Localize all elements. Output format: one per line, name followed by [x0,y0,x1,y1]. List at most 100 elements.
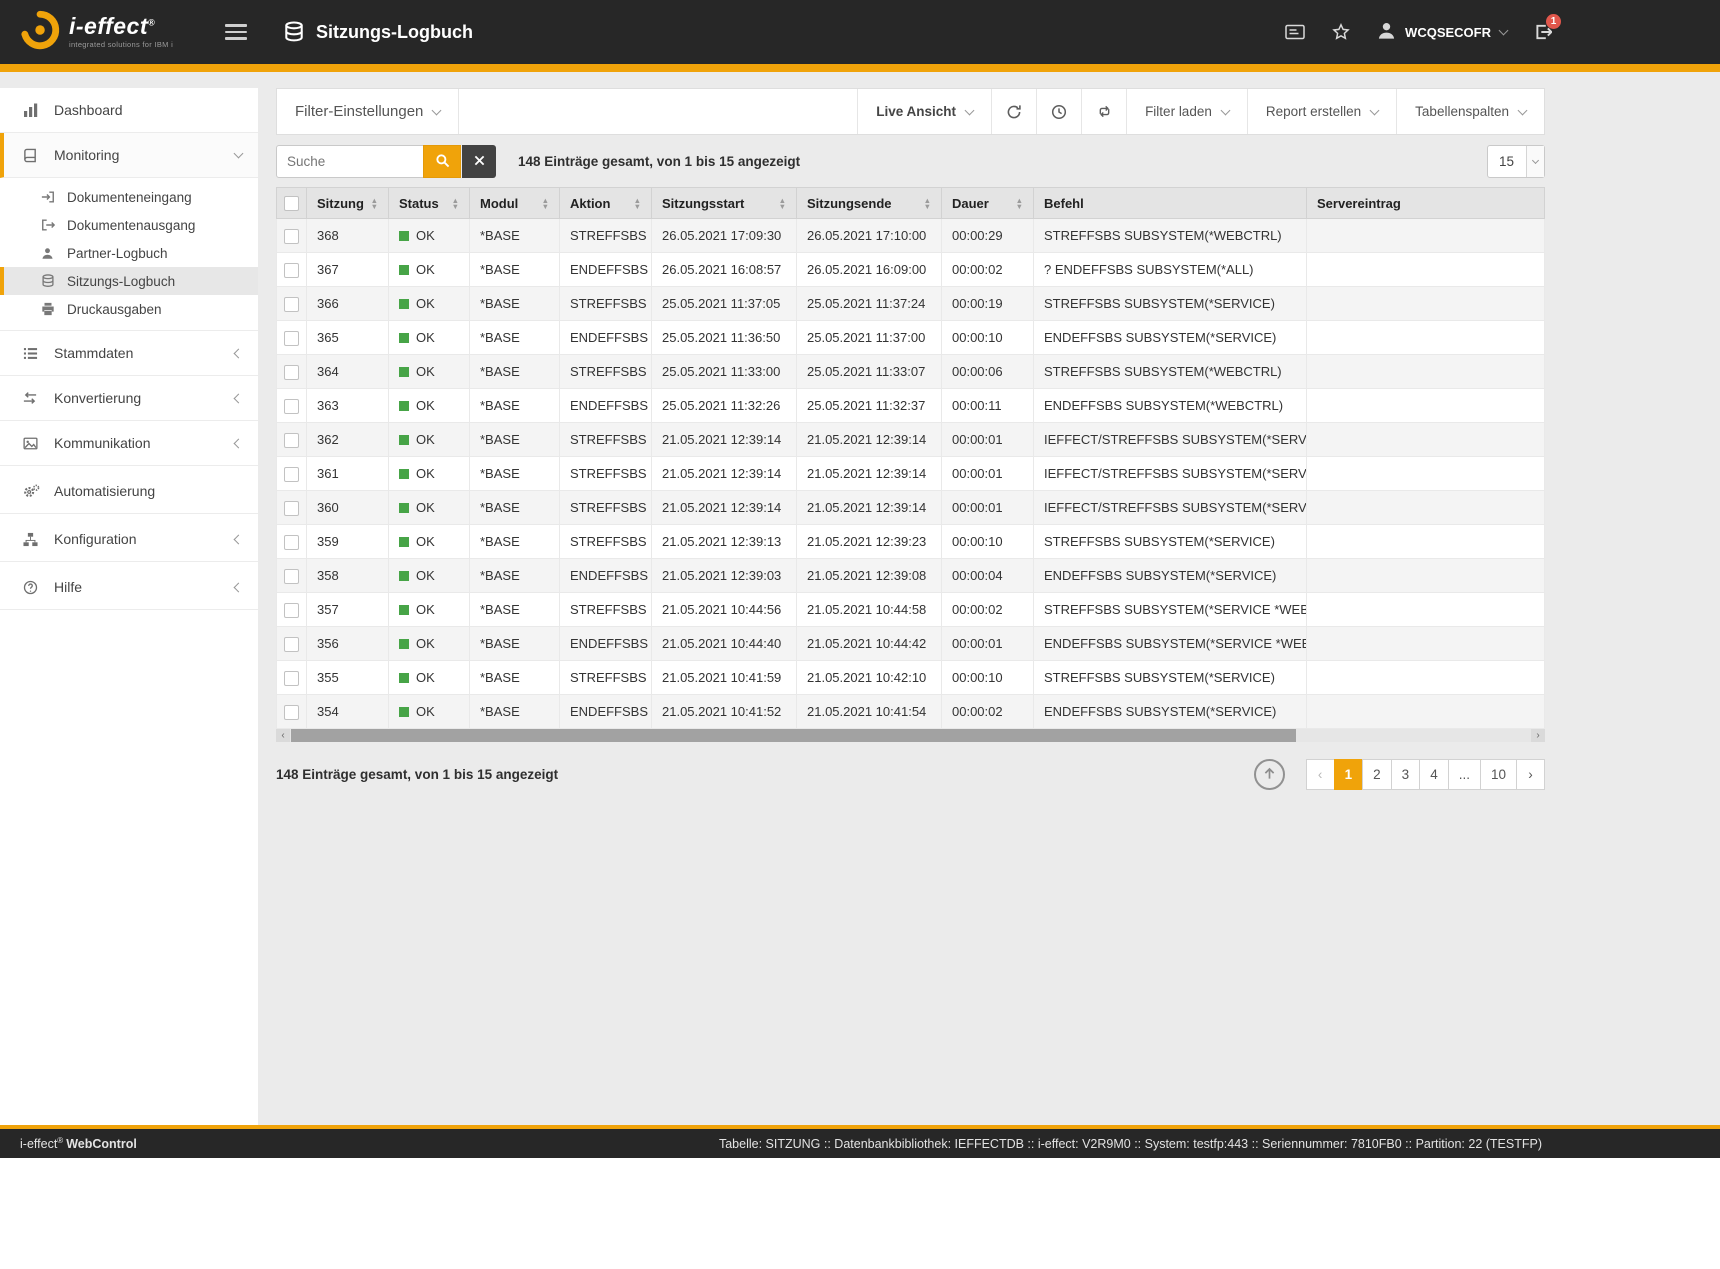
column-header-modul[interactable]: Modul▲▼ [470,188,560,219]
horizontal-scrollbar[interactable]: ‹ › [276,729,1545,742]
column-header-servereintrag[interactable]: Servereintrag [1307,188,1545,219]
row-checkbox[interactable] [284,671,299,686]
row-checkbox[interactable] [284,467,299,482]
system-log-icon[interactable] [1285,24,1305,40]
page-button[interactable]: › [1516,759,1545,790]
column-header-befehl[interactable]: Befehl [1034,188,1307,219]
column-header-sitzungsstart[interactable]: Sitzungsstart▲▼ [652,188,797,219]
sidebar-item-konvertierung[interactable]: Konvertierung [0,376,258,421]
page-button[interactable]: 2 [1362,759,1392,790]
cell-sitzung: 361 [307,457,389,491]
sidebar-toggle-button[interactable] [225,24,247,40]
table-row[interactable]: 355 OK *BASE STREFFSBS 21.05.2021 10:41:… [277,661,1545,695]
column-header-aktion[interactable]: Aktion▲▼ [560,188,652,219]
page-button[interactable]: 4 [1419,759,1449,790]
sort-icons[interactable]: ▲▼ [371,198,378,210]
cell-befehl: ENDEFFSBS SUBSYSTEM(*WEBCTRL) [1034,389,1307,423]
sidebar-item-monitoring[interactable]: Monitoring [0,133,258,178]
table-row[interactable]: 368 OK *BASE STREFFSBS 26.05.2021 17:09:… [277,219,1545,253]
sort-icons[interactable]: ▲▼ [634,198,641,210]
row-checkbox[interactable] [284,569,299,584]
logout-button[interactable]: 1 [1534,23,1552,41]
cell-sitzung: 357 [307,593,389,627]
page-button[interactable]: ... [1448,759,1481,790]
scrollbar-thumb[interactable] [291,729,1296,742]
scroll-to-top-button[interactable] [1254,759,1285,790]
filter-settings-dropdown[interactable]: Filter-Einstellungen [277,89,459,134]
sidebar-item-konfiguration[interactable]: Konfiguration [0,517,258,562]
column-header-status[interactable]: Status▲▼ [389,188,470,219]
sidebar-item-dokumentenausgang[interactable]: Dokumentenausgang [0,211,258,239]
refresh-button[interactable] [991,89,1036,134]
table-columns-dropdown[interactable]: Tabellenspalten [1396,89,1544,134]
filter-load-dropdown[interactable]: Filter laden [1126,89,1247,134]
sort-icons[interactable]: ▲▼ [542,198,549,210]
column-header-sitzungsende[interactable]: Sitzungsende▲▼ [797,188,942,219]
page-button[interactable]: 3 [1391,759,1421,790]
cell-aktion: ENDEFFSBS [560,627,652,661]
sidebar-item-dokumenteneingang[interactable]: Dokumenteneingang [0,183,258,211]
sidebar-item-partner-logbuch[interactable]: Partner-Logbuch [0,239,258,267]
sidebar-item-druckausgaben[interactable]: Druckausgaben [0,295,258,323]
row-checkbox[interactable] [284,535,299,550]
table-row[interactable]: 366 OK *BASE STREFFSBS 25.05.2021 11:37:… [277,287,1545,321]
scrollbar-track[interactable] [290,729,1531,742]
table-row[interactable]: 367 OK *BASE ENDEFFSBS 26.05.2021 16:08:… [277,253,1545,287]
search-input[interactable] [276,145,424,178]
live-view-dropdown[interactable]: Live Ansicht [857,89,991,134]
row-checkbox[interactable] [284,705,299,720]
row-checkbox[interactable] [284,603,299,618]
row-checkbox[interactable] [284,331,299,346]
row-checkbox[interactable] [284,433,299,448]
select-all-checkbox[interactable] [284,196,299,211]
table-row[interactable]: 360 OK *BASE STREFFSBS 21.05.2021 12:39:… [277,491,1545,525]
cell-modul: *BASE [470,287,560,321]
select-all-cell [277,188,307,219]
row-checkbox[interactable] [284,365,299,380]
brand-logo[interactable]: i-effect® integrated solutions for IBM i [18,9,173,56]
column-header-dauer[interactable]: Dauer▲▼ [942,188,1034,219]
sort-icons[interactable]: ▲▼ [1016,198,1023,210]
history-clock-button[interactable] [1036,89,1081,134]
row-checkbox[interactable] [284,501,299,516]
sidebar-item-automatisierung[interactable]: Automatisierung [0,469,258,514]
sidebar-item-hilfe[interactable]: Hilfe [0,565,258,610]
clear-search-button[interactable] [462,145,496,178]
table-row[interactable]: 357 OK *BASE STREFFSBS 21.05.2021 10:44:… [277,593,1545,627]
page-button-current[interactable]: 1 [1334,759,1364,790]
create-report-dropdown[interactable]: Report erstellen [1247,89,1396,134]
table-row[interactable]: 362 OK *BASE STREFFSBS 21.05.2021 12:39:… [277,423,1545,457]
table-row[interactable]: 363 OK *BASE ENDEFFSBS 25.05.2021 11:32:… [277,389,1545,423]
sort-icons[interactable]: ▲▼ [924,198,931,210]
auto-reload-button[interactable] [1081,89,1126,134]
cell-modul: *BASE [470,355,560,389]
page-button[interactable]: ‹ [1306,759,1335,790]
row-checkbox[interactable] [284,263,299,278]
table-row[interactable]: 365 OK *BASE ENDEFFSBS 25.05.2021 11:36:… [277,321,1545,355]
table-row[interactable]: 361 OK *BASE STREFFSBS 21.05.2021 12:39:… [277,457,1545,491]
column-header-sitzung[interactable]: Sitzung▲▼ [307,188,389,219]
row-checkbox[interactable] [284,637,299,652]
table-row[interactable]: 354 OK *BASE ENDEFFSBS 21.05.2021 10:41:… [277,695,1545,729]
sort-icons[interactable]: ▲▼ [452,198,459,210]
table-row[interactable]: 358 OK *BASE ENDEFFSBS 21.05.2021 12:39:… [277,559,1545,593]
scroll-left-arrow[interactable]: ‹ [276,729,290,742]
search-button[interactable] [423,145,461,178]
sidebar-item-sitzungs-logbuch[interactable]: Sitzungs-Logbuch [0,267,258,295]
sidebar-item-stammdaten[interactable]: Stammdaten [0,331,258,376]
page-button[interactable]: 10 [1480,759,1517,790]
row-checkbox[interactable] [284,229,299,244]
sort-icons[interactable]: ▲▼ [779,198,786,210]
scroll-right-arrow[interactable]: › [1531,729,1545,742]
table-row[interactable]: 364 OK *BASE STREFFSBS 25.05.2021 11:33:… [277,355,1545,389]
table-row[interactable]: 356 OK *BASE ENDEFFSBS 21.05.2021 10:44:… [277,627,1545,661]
row-checkbox[interactable] [284,399,299,414]
page-size-select[interactable]: 15 [1487,145,1545,178]
favorites-star-icon[interactable] [1332,23,1350,41]
user-menu[interactable]: WCQSECOFR [1377,21,1507,43]
sidebar-item-dashboard[interactable]: Dashboard [0,88,258,133]
sidebar-item-kommunikation[interactable]: Kommunikation [0,421,258,466]
sidebar-item-label: Automatisierung [54,483,155,499]
table-row[interactable]: 359 OK *BASE STREFFSBS 21.05.2021 12:39:… [277,525,1545,559]
row-checkbox[interactable] [284,297,299,312]
